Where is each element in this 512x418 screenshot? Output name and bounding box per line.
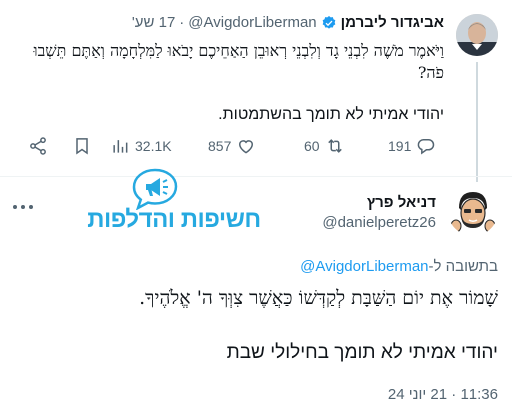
views-button[interactable]: 32.1K [110, 136, 172, 156]
more-dot [13, 205, 17, 209]
more-options-button[interactable] [12, 196, 34, 218]
daniel-peretz-avatar[interactable] [448, 186, 498, 236]
more-dot [21, 205, 25, 209]
watermark-text: חשיפות והדלפות [87, 206, 261, 233]
liberman-avatar[interactable] [456, 14, 498, 56]
tweet2-text-line2: יהודי אמיתי לא תומך בחילולי שבת [226, 342, 498, 363]
reply-bubble-icon [418, 138, 435, 155]
tweet2-timestamp[interactable]: 11:36 · 21 יוני 24 [388, 386, 498, 403]
tweet1-time[interactable]: 17 שע' [132, 14, 175, 31]
like-count: 857 [208, 138, 232, 154]
thread-view: אביגדור ליברמן @AvigdorLiberman · 17 שע'… [0, 0, 512, 418]
tweet1-author-name[interactable]: אביגדור ליברמן [341, 14, 444, 31]
tweet1-text-line2: יהודי אמיתי לא תומך בהשתמטות. [218, 106, 444, 123]
retweet-button[interactable]: 60 [304, 136, 345, 156]
tweet1-separator: · [179, 14, 185, 31]
tweet1-handle[interactable]: @AvigdorLiberman [188, 14, 316, 31]
bookmark-button[interactable] [72, 136, 92, 156]
megaphone-bubble-icon [132, 168, 178, 210]
reply-to-link[interactable]: @AvigdorLiberman [300, 258, 428, 275]
tweet2-handle[interactable]: @danielperetz26 [322, 214, 436, 231]
tweet1-text-line1: וַיֹּאמֶר מֹשֶׁה לִבְנֵי גָד וְלִבְנֵי ר… [33, 41, 444, 82]
views-count: 32.1K [135, 138, 172, 154]
retweet-icon [327, 139, 342, 153]
like-button[interactable]: 857 [208, 136, 256, 156]
replying-to-line: בתשובה ל-@AvigdorLiberman [300, 258, 498, 275]
more-dot [29, 205, 33, 209]
verified-badge-icon [322, 15, 335, 29]
reply-prefix: בתשובה ל- [428, 258, 498, 275]
thread-connector-line [476, 62, 478, 182]
tweet1-header: אביגדור ליברמן @AvigdorLiberman · 17 שע' [132, 14, 444, 31]
share-icon [30, 137, 46, 155]
retweet-count: 60 [304, 138, 320, 154]
tweet2-text-line1: שָׁמוֹר אֶת יוֹם הַשַּׁבָּת לְקַדְּשׁוֹ … [139, 287, 498, 309]
reply-count: 191 [388, 138, 412, 154]
views-chart-icon [113, 140, 128, 153]
reply-button[interactable]: 191 [388, 136, 436, 156]
watermark-logo: חשיפות והדלפות [84, 168, 264, 244]
bookmark-icon [76, 138, 88, 155]
heart-icon [239, 140, 254, 154]
tweet1-actions: 32.1K 857 60 191 [18, 136, 435, 160]
share-button[interactable] [28, 136, 48, 156]
tweet2-author-name[interactable]: דניאל פרץ [367, 194, 436, 211]
